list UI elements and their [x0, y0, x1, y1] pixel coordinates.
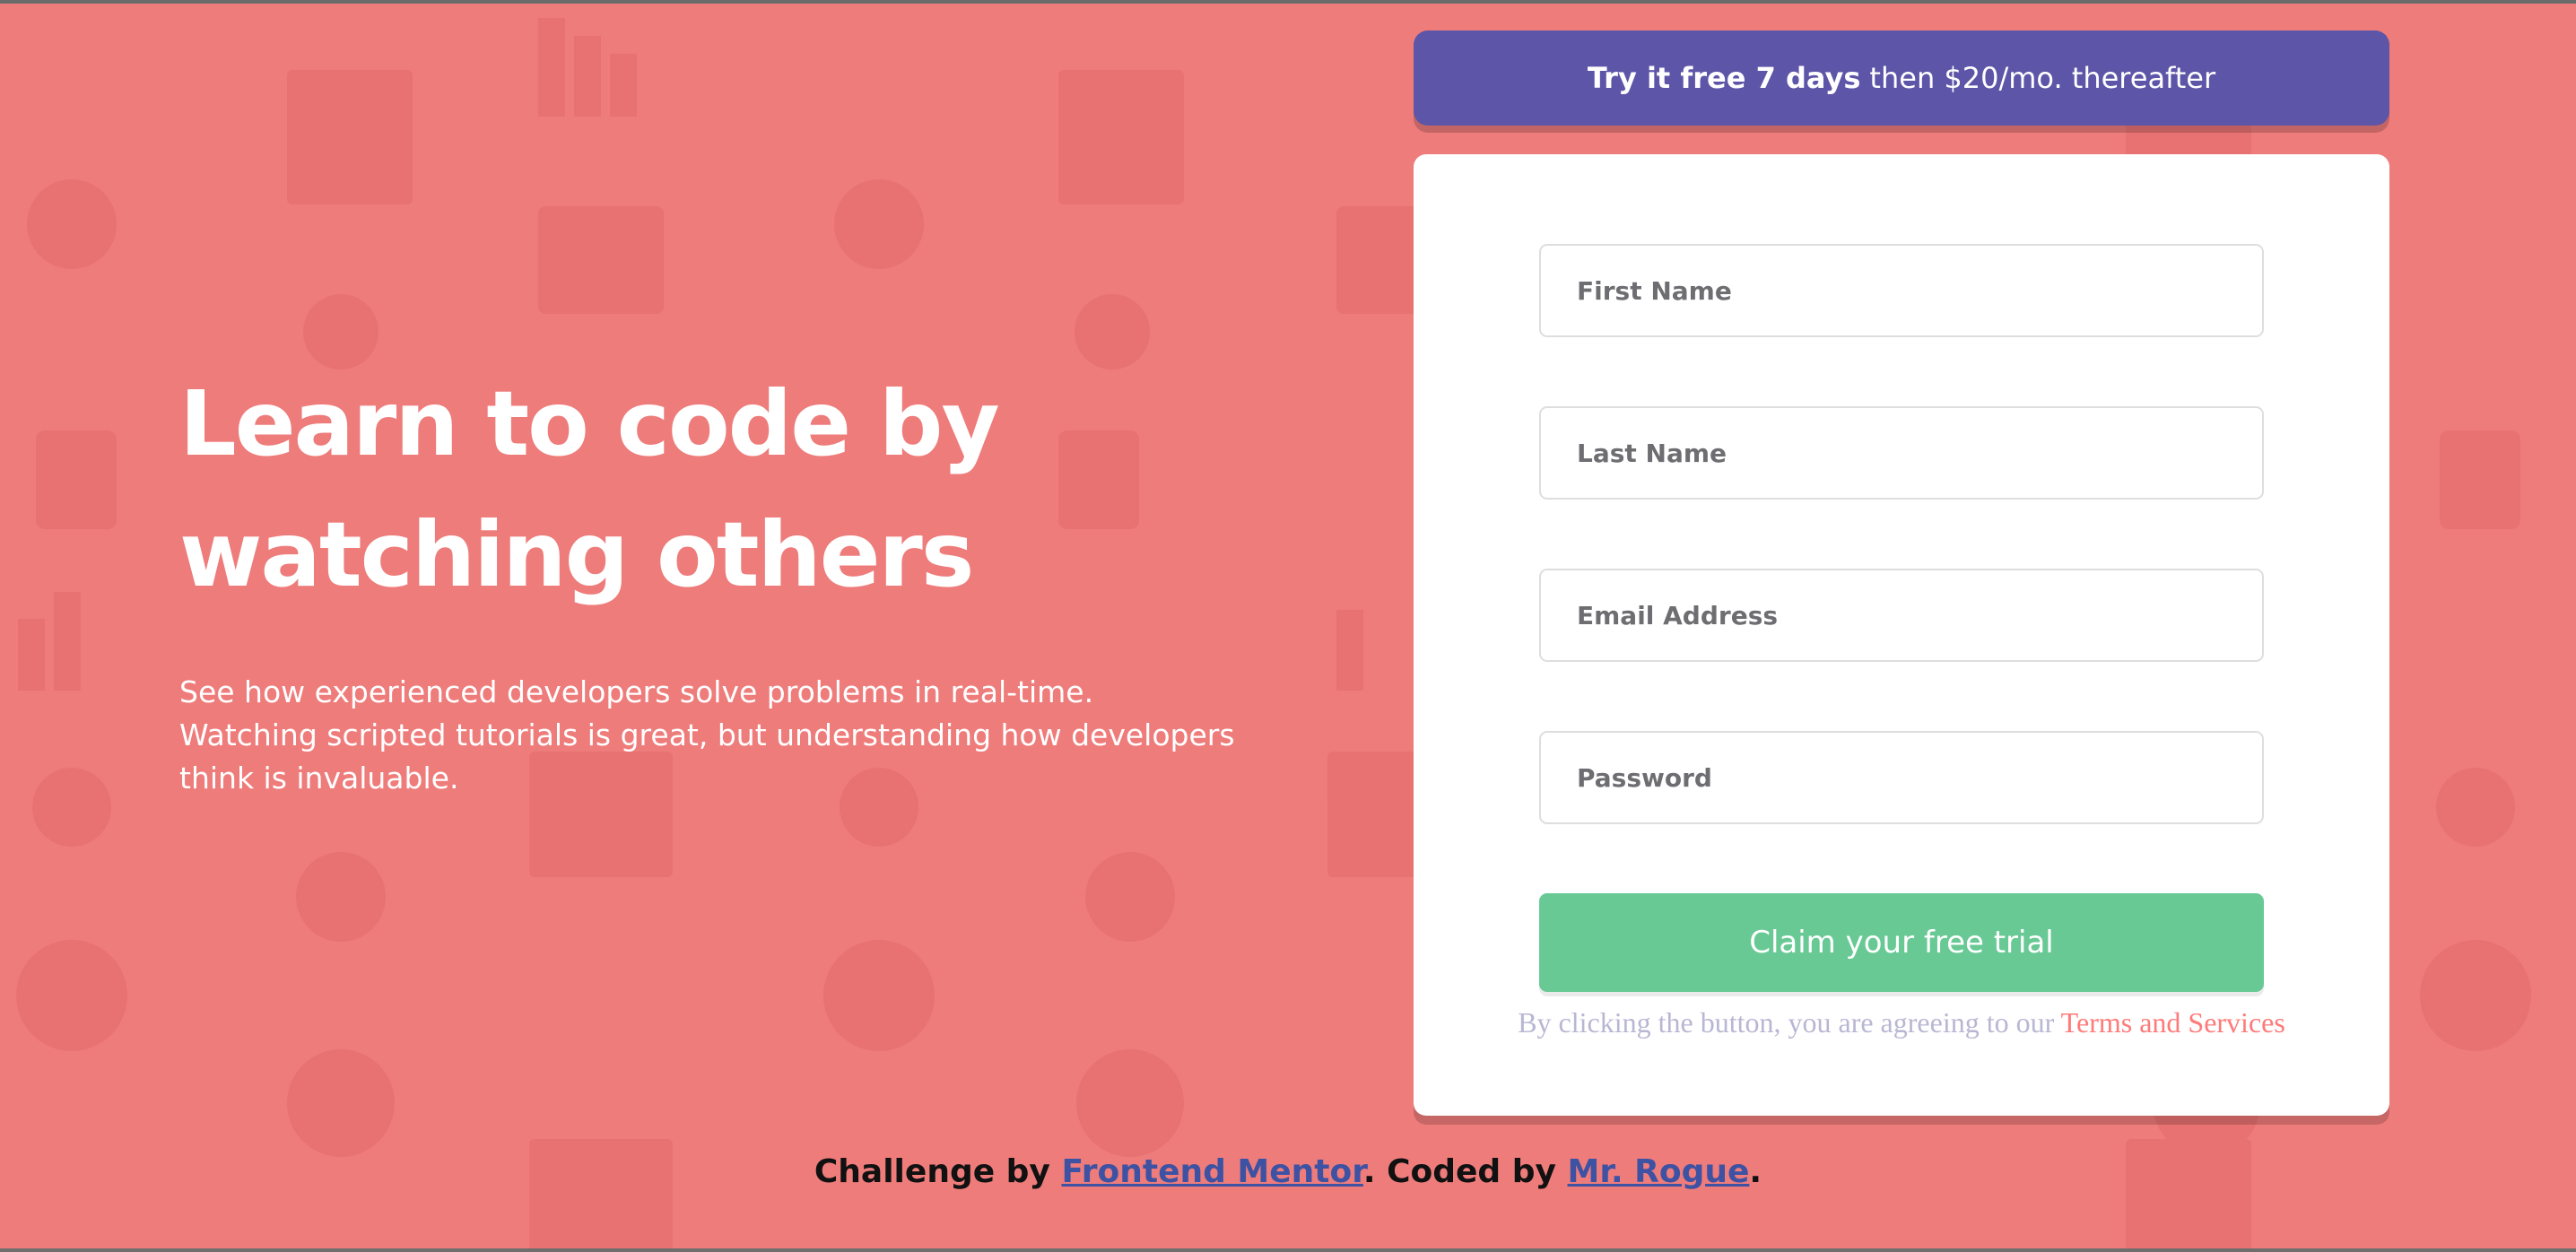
trial-banner: Try it free 7 days then $20/mo. thereaft…: [1414, 30, 2389, 126]
footer-suffix: .: [1749, 1153, 1762, 1190]
trial-banner-bold: Try it free 7 days: [1587, 61, 1861, 95]
hero-headline: Learn to code by watching others: [179, 371, 1000, 607]
chart-icon: [18, 619, 45, 691]
browser-icon: [287, 70, 413, 204]
thumbs-up-icon: [36, 430, 117, 529]
author-link[interactable]: Mr. Rogue: [1568, 1153, 1750, 1190]
lifebuoy-icon: [1076, 1049, 1184, 1157]
chart-icon: [574, 36, 601, 117]
footer-prefix: Challenge by: [814, 1153, 1050, 1190]
chart-icon: [538, 18, 565, 117]
email-input[interactable]: [1539, 569, 2264, 662]
bottom-edge: [0, 1248, 2576, 1252]
terms-notice: By clicking the button, you are agreeing…: [1414, 1006, 2389, 1039]
globe-icon: [823, 940, 935, 1051]
terms-prefix: By clicking the button, you are agreeing…: [1518, 1006, 2055, 1039]
frontend-mentor-link[interactable]: Frontend Mentor: [1061, 1153, 1362, 1190]
terms-link[interactable]: Terms and Services: [2061, 1006, 2285, 1039]
trial-banner-rest: then $20/mo. thereafter: [1869, 61, 2216, 95]
first-name-input[interactable]: [1539, 244, 2264, 337]
rocket-icon: [2436, 768, 2515, 847]
attribution-footer: Challenge by Frontend Mentor. Coded by M…: [0, 1153, 2576, 1190]
globe-icon: [16, 940, 127, 1051]
hero-section: Learn to code by watching others See how…: [179, 359, 1238, 800]
headset-icon: [834, 179, 924, 269]
password-input[interactable]: [1539, 731, 2264, 824]
footer-middle: . Coded by: [1362, 1153, 1556, 1190]
chart-icon: [1336, 610, 1363, 691]
cart-icon: [1085, 852, 1175, 942]
browser-icon: [1058, 70, 1184, 204]
chart-icon: [610, 54, 637, 117]
chart-icon: [54, 592, 81, 691]
cart-icon: [296, 852, 386, 942]
headset-icon: [27, 179, 117, 269]
lifebuoy-icon: [287, 1049, 395, 1157]
signup-card: Claim your free trial By clicking the bu…: [1414, 154, 2389, 1116]
toolbox-icon: [538, 206, 664, 314]
top-edge: [0, 0, 2576, 4]
thumbs-up-icon: [2440, 430, 2520, 529]
globe-icon: [2420, 940, 2531, 1051]
hero-intro: See how experienced developers solve pro…: [179, 674, 1235, 796]
rocket-icon: [32, 768, 111, 847]
claim-trial-button[interactable]: Claim your free trial: [1539, 893, 2264, 992]
last-name-input[interactable]: [1539, 406, 2264, 500]
